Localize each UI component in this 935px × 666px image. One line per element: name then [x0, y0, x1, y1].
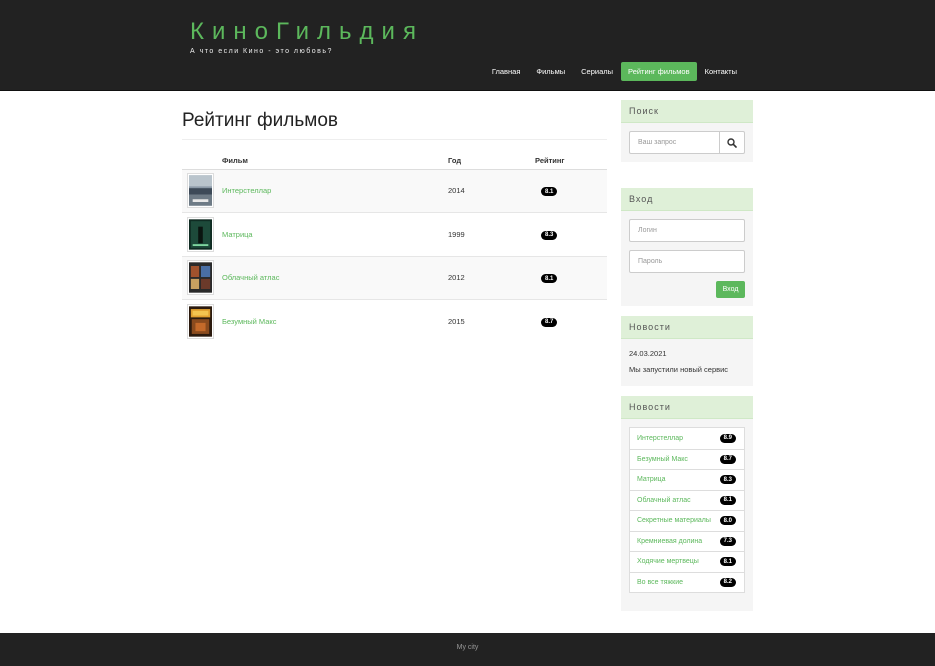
list-item[interactable]: Интерстеллар 8.9	[630, 428, 744, 449]
search-input[interactable]: Ваш запрос	[629, 131, 720, 154]
nav-item-series[interactable]: Сериалы	[573, 62, 621, 81]
site-footer: My city	[0, 633, 935, 666]
brand-logo[interactable]: КиноГильдия	[190, 18, 424, 46]
list-item-label[interactable]: Облачный атлас	[637, 497, 691, 504]
rating-badge: 8.3	[541, 230, 558, 240]
site-header: КиноГильдия А что если Кино - это любовь…	[0, 0, 935, 91]
news-text: Мы запустили новый сервис	[629, 365, 729, 374]
rating-badge: 8.9	[719, 433, 736, 443]
list-item[interactable]: Секретные материалы 8.0	[630, 510, 744, 531]
header-year: Год	[447, 153, 535, 170]
password-field[interactable]: Пароль	[629, 250, 745, 273]
nav-item-home[interactable]: Главная	[484, 62, 529, 81]
nav-item-rating[interactable]: Рейтинг фильмов	[621, 62, 697, 81]
rating-badge: 8.1	[541, 274, 558, 283]
film-link[interactable]: Матрица	[222, 230, 253, 239]
mad-max-poster-icon[interactable]	[188, 305, 213, 338]
film-link[interactable]: Безумный Макс	[222, 317, 277, 326]
rating-badge: 8.3	[719, 475, 736, 485]
film-year: 2014	[447, 168, 535, 213]
rating-badge: 8.1	[719, 495, 736, 505]
film-link[interactable]: Интерстеллар	[222, 186, 271, 195]
list-item[interactable]: Матрица 8.3	[630, 469, 744, 490]
news-date: 24.03.2021	[629, 349, 667, 358]
table-row: Интерстеллар 2014 8.1	[182, 168, 607, 213]
table-row: Облачный атлас 2012 8.1	[182, 255, 607, 300]
ratings-table: Фильм Год Рейтинг Интерстеллар 2014 8.1 …	[182, 153, 607, 343]
rating-badge: 8.1	[719, 557, 736, 567]
sidebar: Поиск Ваш запрос Вход Логин Пароль Вход …	[621, 100, 753, 619]
nav-item-films[interactable]: Фильмы	[528, 62, 573, 81]
list-item[interactable]: Во все тяжкие 8.2	[630, 571, 744, 593]
film-link[interactable]: Облачный атлас	[222, 273, 279, 282]
rating-badge: 8.2	[719, 577, 736, 587]
search-button[interactable]	[720, 131, 745, 154]
top-rated-list: Интерстеллар 8.9 Безумный Макс 8.7 Матрица…	[629, 427, 745, 593]
header-rating: Рейтинг	[535, 153, 607, 170]
list-item[interactable]: Безумный Макс 8.7	[630, 448, 744, 470]
rating-badge: 7.3	[719, 536, 736, 546]
search-icon	[727, 137, 737, 148]
rating-badge: 8.0	[719, 516, 736, 526]
page: КиноГильдия А что если Кино - это любовь…	[0, 0, 935, 666]
film-year: 2015	[447, 299, 535, 343]
list-item[interactable]: Кремниевая долина 7.3	[630, 530, 744, 552]
login-panel: Вход Логин Пароль Вход	[621, 188, 753, 306]
list-item[interactable]: Ходячие мертвецы 8.1	[630, 551, 744, 572]
list-item-label[interactable]: Ходячие мертвецы	[637, 558, 699, 565]
page-title: Рейтинг фильмов	[182, 111, 607, 140]
film-year: 2012	[447, 255, 535, 300]
main-nav: Главная Фильмы Сериалы Рейтинг фильмов К…	[484, 62, 745, 81]
table-header-row: Фильм Год Рейтинг	[182, 153, 607, 170]
film-year: 1999	[447, 212, 535, 256]
login-button[interactable]: Вход	[716, 281, 745, 298]
nav-item-contacts[interactable]: Контакты	[697, 62, 745, 81]
login-field[interactable]: Логин	[629, 219, 745, 242]
news-heading: Новости	[621, 316, 753, 339]
interstellar-poster-icon[interactable]	[188, 174, 213, 208]
top-rated-heading: Новости	[621, 396, 753, 419]
rating-badge: 8.7	[719, 454, 736, 464]
list-item[interactable]: Облачный атлас 8.1	[630, 489, 744, 511]
top-rated-panel: Новости Интерстеллар 8.9 Безумный Макс 8.7…	[621, 396, 753, 611]
search-panel: Поиск Ваш запрос	[621, 100, 753, 162]
header-film: Фильм	[222, 153, 447, 170]
cloud-atlas-poster-icon[interactable]	[188, 261, 213, 295]
list-item-label[interactable]: Интерстеллар	[637, 435, 683, 442]
matrix-poster-icon[interactable]	[188, 217, 213, 251]
rating-badge: 8.7	[541, 317, 558, 327]
list-item-label[interactable]: Кремниевая долина	[637, 538, 702, 545]
list-item-label[interactable]: Секретные материалы	[637, 517, 711, 524]
list-item-label[interactable]: Безумный Макс	[637, 456, 688, 463]
news-panel: Новости 24.03.2021 Мы запустили новый се…	[621, 316, 753, 386]
rating-badge: 8.1	[541, 187, 558, 196]
footer-text: My city	[456, 644, 479, 651]
login-heading: Вход	[621, 188, 753, 211]
list-item-label[interactable]: Во все тяжкие	[637, 579, 683, 586]
header-poster	[182, 153, 222, 170]
table-row: Матрица 1999 8.3	[182, 212, 607, 256]
search-group: Ваш запрос	[629, 131, 745, 154]
brand-tagline: А что если Кино - это любовь?	[190, 48, 333, 55]
list-item-label[interactable]: Матрица	[637, 476, 666, 483]
search-heading: Поиск	[621, 100, 753, 123]
table-row: Безумный Макс 2015 8.7	[182, 299, 607, 343]
main-content: Рейтинг фильмов Фильм Год Рейтинг Интерс…	[182, 100, 607, 343]
